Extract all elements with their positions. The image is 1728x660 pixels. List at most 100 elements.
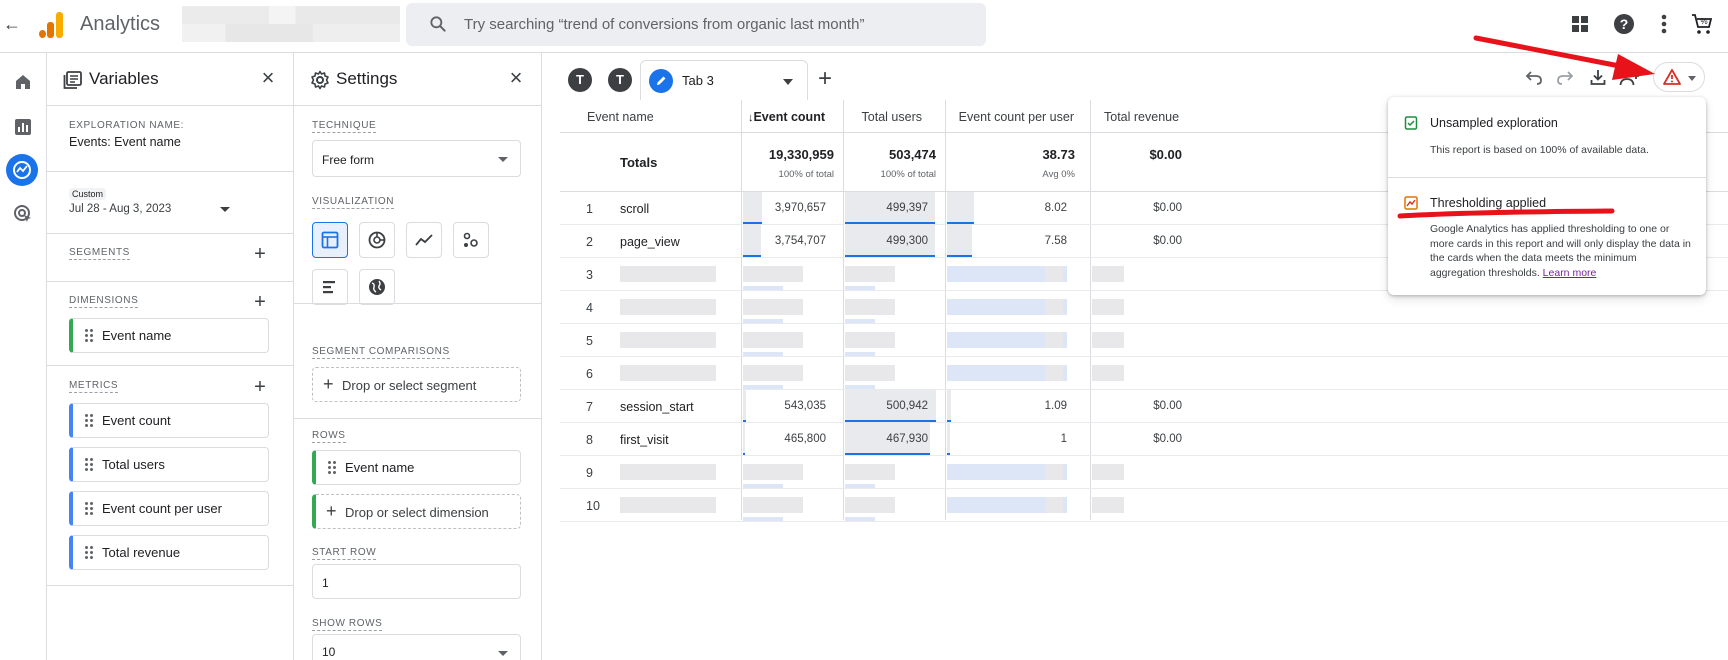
- home-icon[interactable]: [10, 69, 36, 95]
- revenue-cell: $0.00: [1153, 202, 1182, 214]
- tab-2[interactable]: T: [608, 68, 632, 92]
- rows-dimension-label: Event name: [345, 460, 415, 475]
- row-number: 9: [586, 466, 593, 480]
- analytics-logo-icon[interactable]: [38, 12, 64, 38]
- drag-handle-icon[interactable]: [85, 414, 93, 427]
- download-icon[interactable]: [1587, 66, 1609, 88]
- table-row[interactable]: 7 session_start 543,035 500,942 1.09 $0.00: [560, 390, 1728, 423]
- line-viz-button[interactable]: [406, 222, 442, 258]
- apps-icon[interactable]: [1568, 12, 1592, 36]
- table-row[interactable]: 5: [560, 324, 1728, 357]
- warning-icon: [1663, 69, 1681, 85]
- exploration-name[interactable]: Events: Event name: [69, 135, 181, 149]
- date-range[interactable]: Jul 28 - Aug 3, 2023: [69, 203, 171, 215]
- redacted-cell: [743, 365, 803, 381]
- advertising-icon[interactable]: [10, 201, 36, 227]
- event-count-cell: 465,800: [743, 423, 834, 455]
- redacted-cell: [845, 365, 895, 381]
- dimension-drop-zone[interactable]: + Drop or select dimension: [312, 494, 521, 529]
- per-user-cell: 1: [947, 423, 1075, 455]
- search-bar[interactable]: [406, 3, 986, 46]
- close-icon[interactable]: ×: [505, 67, 527, 89]
- search-icon: [430, 16, 446, 32]
- dimension-chip[interactable]: Event name: [69, 318, 269, 353]
- bar-chart-icon: [323, 281, 335, 294]
- help-icon[interactable]: ?: [1612, 12, 1636, 36]
- start-row-input[interactable]: 1: [312, 564, 521, 599]
- column-header[interactable]: Total users: [835, 100, 922, 133]
- metric-chip[interactable]: Event count per user: [69, 491, 269, 526]
- data-quality-button[interactable]: [1653, 62, 1705, 92]
- drag-handle-icon[interactable]: [85, 546, 93, 559]
- table-row[interactable]: 6: [560, 357, 1728, 390]
- column-header-sorted[interactable]: ↓Event count: [742, 100, 825, 133]
- column-header[interactable]: Event name: [587, 100, 654, 133]
- redacted-cell: [1045, 497, 1063, 513]
- search-input[interactable]: [464, 3, 974, 46]
- metric-chip[interactable]: Total users: [69, 447, 269, 482]
- table-row[interactable]: 4: [560, 291, 1728, 324]
- top-bar: ← Analytics ? %: [0, 0, 1728, 53]
- cell-bar-underline: [743, 420, 746, 422]
- table-row[interactable]: 10: [560, 489, 1728, 522]
- redacted-cell: [620, 497, 716, 513]
- scatter-viz-button[interactable]: [453, 222, 489, 258]
- table-row[interactable]: 8 first_visit 465,800 467,930 1 $0.00: [560, 423, 1728, 456]
- learn-more-link[interactable]: Learn more: [1543, 267, 1597, 279]
- explore-icon[interactable]: [6, 154, 38, 186]
- metric-chip[interactable]: Total revenue: [69, 535, 269, 570]
- back-arrow-icon[interactable]: ←: [2, 12, 22, 36]
- total-users-cell: 467,930: [845, 423, 936, 455]
- share-icon[interactable]: [1619, 66, 1641, 88]
- segment-drop-zone[interactable]: + Drop or select segment: [312, 367, 521, 402]
- segments-label: SEGMENTS: [69, 247, 130, 260]
- add-tab-button[interactable]: +: [818, 66, 832, 92]
- redacted-cell: [743, 385, 783, 389]
- drag-handle-icon[interactable]: [85, 458, 93, 471]
- data-quality-popup: Unsampled exploration This report is bas…: [1388, 97, 1706, 295]
- table-row[interactable]: 9: [560, 456, 1728, 489]
- donut-viz-button[interactable]: [359, 222, 395, 258]
- date-range-dropdown-icon[interactable]: [220, 207, 230, 212]
- redacted-cell: [743, 332, 803, 348]
- add-metric-button[interactable]: +: [251, 377, 269, 397]
- total-users-cell: 499,397: [845, 192, 936, 224]
- close-icon[interactable]: ×: [257, 67, 279, 89]
- metric-chip[interactable]: Event count: [69, 403, 269, 438]
- row-number: 2: [586, 235, 593, 249]
- rows-dimension-chip[interactable]: Event name: [312, 450, 521, 485]
- add-segment-button[interactable]: +: [251, 244, 269, 264]
- column-header[interactable]: Event count per user: [920, 100, 1074, 133]
- undo-icon[interactable]: [1523, 66, 1545, 88]
- settings-header: Settings ×: [294, 53, 541, 106]
- column-header[interactable]: Total revenue: [1104, 100, 1179, 133]
- redacted-cell: [743, 497, 803, 513]
- redo-icon[interactable]: [1554, 66, 1576, 88]
- bar-viz-button[interactable]: [312, 269, 348, 305]
- redacted-cell: [620, 365, 716, 381]
- more-vert-icon[interactable]: [1652, 12, 1676, 36]
- table-viz-button[interactable]: [312, 222, 348, 258]
- tab-dropdown-icon[interactable]: [783, 79, 793, 85]
- reports-icon[interactable]: [10, 114, 36, 140]
- drag-handle-icon[interactable]: [328, 461, 336, 474]
- per-user-cell: 1.09: [947, 390, 1075, 422]
- app-title: Analytics: [80, 13, 161, 35]
- drag-handle-icon[interactable]: [85, 502, 93, 515]
- drag-handle-icon[interactable]: [85, 329, 93, 342]
- event-count-cell: 3,754,707: [743, 225, 834, 257]
- cell-value: 1.09: [1044, 400, 1067, 412]
- scatter-icon: [463, 232, 478, 247]
- redacted-cell: [845, 517, 875, 521]
- show-rows-select[interactable]: 10: [312, 634, 521, 660]
- geo-viz-button[interactable]: [359, 269, 395, 305]
- account-selector[interactable]: [182, 6, 400, 42]
- row-number: 4: [586, 301, 593, 315]
- shopping-cart-icon[interactable]: %: [1690, 12, 1714, 36]
- tab-1[interactable]: T: [568, 68, 592, 92]
- tab-3[interactable]: Tab 3: [640, 60, 808, 100]
- redacted-cell: [1045, 299, 1063, 315]
- per-user-cell: 8.02: [947, 192, 1075, 224]
- technique-select[interactable]: Free form: [312, 140, 521, 177]
- add-dimension-button[interactable]: +: [251, 292, 269, 312]
